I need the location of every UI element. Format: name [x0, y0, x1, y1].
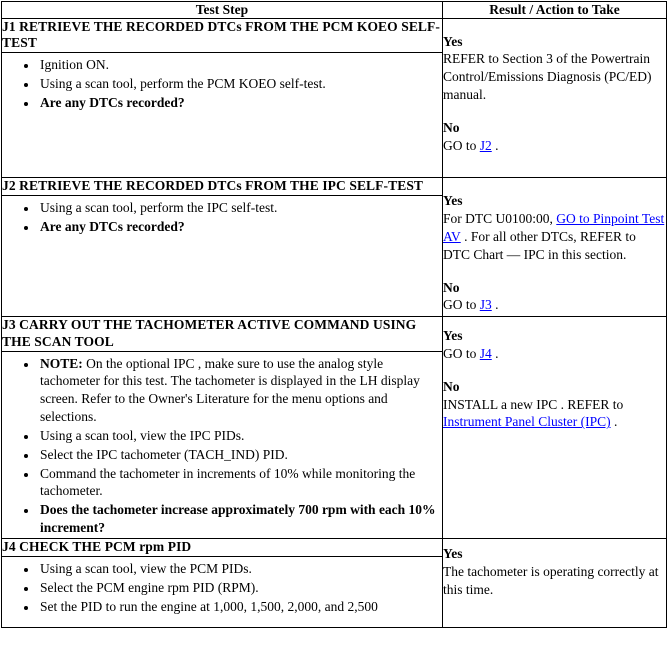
result-yes-prefix-j3: GO to — [443, 345, 480, 361]
note-text: On the optional IPC , make sure to use t… — [40, 355, 420, 424]
result-no-prefix-j1: GO to — [443, 137, 480, 153]
result-no-suffix-j2: . — [491, 297, 499, 313]
column-header-result-action: Result / Action to Take — [442, 1, 667, 19]
list-item: Using a scan tool, view the IPC PIDs. — [38, 427, 442, 445]
result-no-label-j1: No — [443, 119, 460, 135]
result-yes-label-j4: Yes — [443, 545, 463, 561]
step-title-row-j3: J3 CARRY OUT THE TACHOMETER ACTIVE COMMA… — [1, 316, 667, 539]
step-title-j1: J1 RETRIEVE THE RECORDED DTCs FROM THE P… — [1, 17, 443, 54]
result-yes-text-j1: REFER to Section 3 of the Powertrain Con… — [443, 51, 652, 102]
step-title-row-j2: J2 RETRIEVE THE RECORDED DTCs FROM THE I… — [1, 177, 667, 318]
step-title-row-j4: J4 CHECK THE PCM rpm PID Yes The tachome… — [1, 537, 667, 628]
result-yes-label-j2: Yes — [443, 193, 463, 209]
link-instrument-panel-cluster[interactable]: Instrument Panel Cluster (IPC) — [443, 414, 611, 429]
table-header-row: Test Step Result / Action to Take — [1, 1, 667, 19]
result-no-text-j1: GO to J2 . — [443, 137, 666, 155]
list-item: Using a scan tool, view the PCM PIDs. — [38, 560, 442, 578]
result-no-suffix-j1: . — [491, 137, 499, 153]
step-bullet-list-j2: Using a scan tool, perform the IPC self-… — [2, 199, 442, 236]
link-j2[interactable]: J2 — [480, 138, 492, 153]
list-item: Using a scan tool, perform the PCM KOEO … — [38, 75, 442, 93]
pinpoint-test-table: Test Step Result / Action to Take J1 RET… — [1, 1, 667, 628]
result-yes-text-j2: For DTC U0100:00, GO to Pinpoint Test AV… — [443, 210, 666, 263]
step-bullet-list-j3: NOTE: On the optional IPC , make sure to… — [2, 355, 442, 536]
list-item: Ignition ON. — [38, 56, 442, 74]
result-yes-text-j3: GO to J4 . — [443, 345, 666, 363]
step-body-j4: Using a scan tool, view the PCM PIDs. Se… — [1, 555, 443, 628]
result-no-text-j3: INSTALL a new IPC . REFER to Instrument … — [443, 396, 666, 432]
step-title-j4: J4 CHECK THE PCM rpm PID — [1, 537, 443, 557]
step-bullet-list-j4: Using a scan tool, view the PCM PIDs. Se… — [2, 560, 442, 616]
result-yes-label-j3: Yes — [443, 328, 463, 344]
list-item: Command the tachometer in increments of … — [38, 465, 442, 500]
list-item-note: NOTE: On the optional IPC , make sure to… — [38, 355, 442, 425]
step-title-j3: J3 CARRY OUT THE TACHOMETER ACTIVE COMMA… — [1, 316, 443, 352]
list-item: Set the PID to run the engine at 1,000, … — [38, 598, 442, 616]
step-bullet-list-j1: Ignition ON. Using a scan tool, perform … — [2, 56, 442, 112]
step-title-j2: J2 RETRIEVE THE RECORDED DTCs FROM THE I… — [1, 177, 443, 197]
list-item-question: Does the tachometer increase approximate… — [38, 501, 442, 536]
list-item: Using a scan tool, perform the IPC self-… — [38, 199, 442, 217]
result-no-text-j2: GO to J3 . — [443, 296, 666, 314]
list-item: Select the IPC tachometer (TACH_IND) PID… — [38, 446, 442, 464]
result-yes-text-j4: The tachometer is operating correctly at… — [443, 563, 659, 597]
result-yes-suffix-j2: . For all other DTCs, REFER to DTC Chart… — [443, 228, 636, 262]
note-label: NOTE: — [40, 355, 83, 371]
result-yes-suffix-j3: . — [491, 345, 499, 361]
result-cell-j1: Yes REFER to Section 3 of the Powertrain… — [442, 17, 667, 179]
link-j4[interactable]: J4 — [480, 346, 492, 361]
step-title-row-j1: J1 RETRIEVE THE RECORDED DTCs FROM THE P… — [1, 17, 667, 179]
link-j3[interactable]: J3 — [480, 297, 492, 312]
result-cell-j2: Yes For DTC U0100:00, GO to Pinpoint Tes… — [442, 177, 667, 318]
result-no-prefix-j3: INSTALL a new IPC . REFER to — [443, 396, 624, 412]
result-spacer-j3 — [443, 363, 666, 378]
result-yes-prefix-j2: For DTC U0100:00, — [443, 211, 557, 227]
result-spacer-j1 — [443, 104, 666, 119]
result-no-prefix-j2: GO to — [443, 297, 480, 313]
result-no-label-j2: No — [443, 279, 460, 295]
step-body-j1: Ignition ON. Using a scan tool, perform … — [1, 52, 443, 179]
result-cell-j4: Yes The tachometer is operating correctl… — [442, 537, 667, 628]
result-cell-j3: Yes GO to J4 . No INSTALL a new IPC . RE… — [442, 316, 667, 539]
result-no-suffix-j3: . — [610, 414, 618, 430]
list-item-question: Are any DTCs recorded? — [38, 218, 442, 236]
column-header-test-step: Test Step — [1, 1, 443, 19]
result-yes-label-j1: Yes — [443, 33, 463, 49]
list-item-question: Are any DTCs recorded? — [38, 94, 442, 112]
step-body-j3: NOTE: On the optional IPC , make sure to… — [1, 350, 443, 539]
step-body-j2: Using a scan tool, perform the IPC self-… — [1, 195, 443, 318]
result-spacer-j2 — [443, 264, 666, 279]
result-no-label-j3: No — [443, 378, 460, 394]
list-item: Select the PCM engine rpm PID (RPM). — [38, 579, 442, 597]
